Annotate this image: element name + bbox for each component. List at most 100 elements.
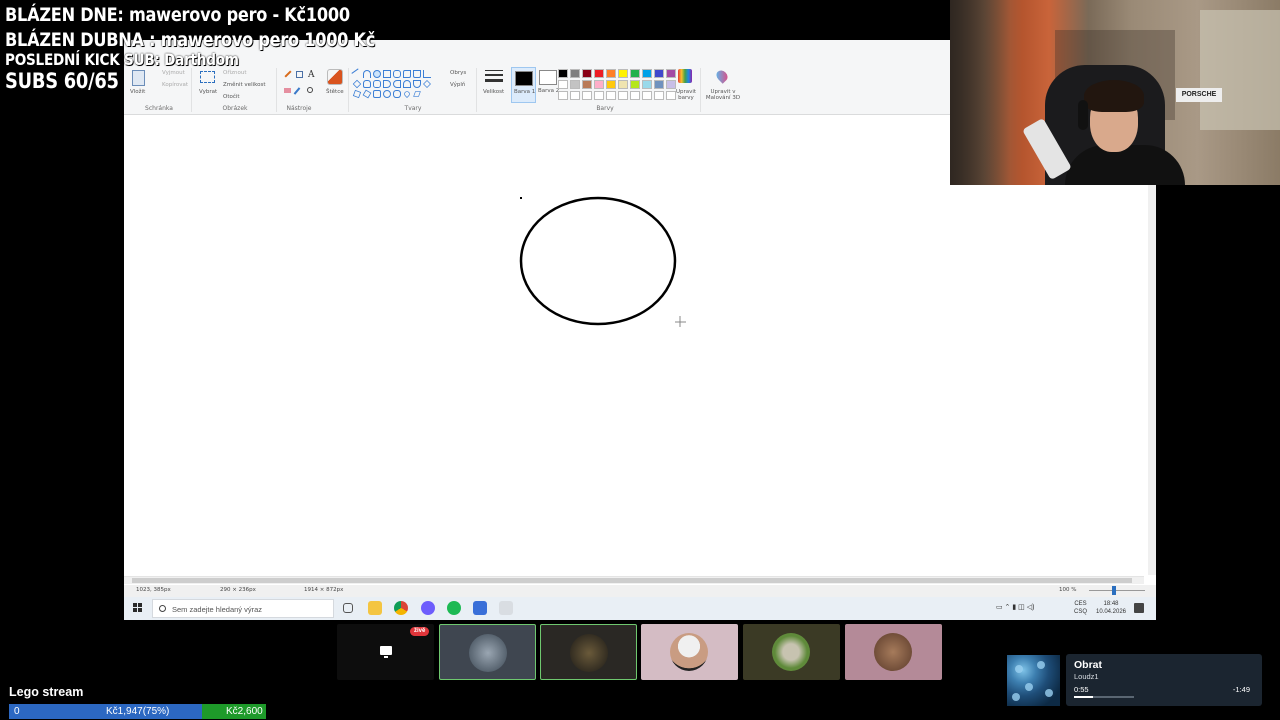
arrow-left-shape-icon[interactable] bbox=[393, 80, 401, 88]
crop-button[interactable]: Oříznout bbox=[223, 70, 247, 76]
rotate-button[interactable]: Otočit bbox=[223, 94, 240, 100]
rounded-rectangle-shape-icon[interactable] bbox=[393, 70, 401, 78]
brushes-button[interactable]: Štětce bbox=[326, 89, 344, 95]
eraser-icon[interactable] bbox=[284, 88, 291, 93]
arrow-up-shape-icon[interactable] bbox=[403, 80, 411, 88]
zoom-slider-thumb[interactable] bbox=[1112, 586, 1116, 595]
palette-swatch[interactable] bbox=[558, 80, 568, 89]
curve-shape-icon[interactable] bbox=[363, 70, 371, 78]
palette-swatch[interactable] bbox=[630, 69, 640, 78]
rectangle-shape-icon[interactable] bbox=[383, 70, 391, 78]
file-explorer-icon[interactable] bbox=[368, 601, 382, 615]
edit-colours-button[interactable]: Upravit barvy bbox=[675, 89, 697, 101]
horizontal-scrollbar[interactable] bbox=[124, 576, 1144, 584]
arrow-down-shape-icon[interactable] bbox=[413, 80, 421, 88]
paste-button[interactable]: Vložit bbox=[130, 89, 145, 95]
thumbnail-1[interactable] bbox=[439, 624, 536, 680]
taskbar-search-box[interactable]: Sem zadejte hledaný výraz bbox=[152, 599, 334, 618]
triangle-shape-icon[interactable] bbox=[413, 70, 421, 78]
star4-shape-icon[interactable] bbox=[423, 80, 431, 88]
palette-swatch[interactable] bbox=[630, 91, 640, 100]
hexagon-shape-icon[interactable] bbox=[373, 80, 381, 88]
polygon-shape-icon[interactable] bbox=[403, 70, 411, 78]
palette-swatch[interactable] bbox=[558, 69, 568, 78]
zoom-slider[interactable] bbox=[1089, 590, 1145, 591]
drawing-canvas[interactable] bbox=[124, 116, 1156, 576]
select-button[interactable]: Vybrat bbox=[199, 89, 217, 95]
star6-shape-icon[interactable] bbox=[362, 89, 372, 99]
lightning-shape-icon[interactable] bbox=[413, 91, 421, 97]
text-tool-icon[interactable]: A bbox=[308, 70, 315, 80]
notification-icon[interactable] bbox=[1134, 603, 1144, 613]
palette-swatch[interactable] bbox=[594, 69, 604, 78]
size-button[interactable]: Velikost bbox=[483, 89, 504, 95]
paint3d-icon[interactable] bbox=[714, 68, 730, 84]
thumbnail-2[interactable] bbox=[540, 624, 637, 680]
callout-rect-shape-icon[interactable] bbox=[373, 90, 381, 98]
app-icon[interactable] bbox=[473, 601, 487, 615]
color-picker-icon[interactable] bbox=[293, 87, 301, 95]
palette-swatch[interactable] bbox=[642, 69, 652, 78]
brushes-icon[interactable] bbox=[327, 69, 343, 85]
horizontal-scroll-thumb[interactable] bbox=[132, 578, 1132, 583]
palette-swatch[interactable] bbox=[606, 69, 616, 78]
thumbnail-4[interactable] bbox=[743, 624, 840, 680]
messenger-icon[interactable] bbox=[421, 601, 435, 615]
line-size-icon[interactable] bbox=[485, 70, 503, 84]
fill-bucket-icon[interactable] bbox=[296, 71, 303, 78]
colour1-button[interactable]: Barva 1 bbox=[511, 67, 536, 103]
thumbnail-screen[interactable]: živě bbox=[337, 624, 434, 680]
palette-swatch[interactable] bbox=[606, 80, 616, 89]
shapes-gallery[interactable] bbox=[351, 68, 432, 99]
copy-button[interactable]: Kopírovat bbox=[162, 82, 188, 88]
cut-button[interactable]: Vyjmout bbox=[162, 70, 185, 76]
arrow-right-shape-icon[interactable] bbox=[383, 80, 391, 88]
chrome-icon[interactable] bbox=[394, 601, 408, 615]
palette-swatch[interactable] bbox=[594, 80, 604, 89]
palette-swatch[interactable] bbox=[618, 69, 628, 78]
palette-swatch[interactable] bbox=[558, 91, 568, 100]
palette-swatch[interactable] bbox=[582, 91, 592, 100]
taskbar-clock[interactable]: 18:48 10.04.2026 bbox=[1094, 600, 1128, 616]
thumbnail-5[interactable] bbox=[845, 624, 942, 680]
palette-swatch[interactable] bbox=[582, 80, 592, 89]
palette-swatch[interactable] bbox=[654, 80, 664, 89]
windows-start-icon[interactable] bbox=[133, 603, 142, 612]
palette-swatch[interactable] bbox=[606, 91, 616, 100]
spotify-icon[interactable] bbox=[447, 601, 461, 615]
vertical-scrollbar[interactable] bbox=[1148, 185, 1156, 575]
tray-icons[interactable]: ▭ ⌃ ▮ ◫ ◁) bbox=[996, 604, 1034, 612]
star5-shape-icon[interactable] bbox=[352, 89, 362, 99]
palette-swatch[interactable] bbox=[666, 80, 676, 89]
colour-palette[interactable] bbox=[558, 69, 677, 101]
palette-swatch[interactable] bbox=[570, 80, 580, 89]
palette-swatch[interactable] bbox=[582, 69, 592, 78]
resize-button[interactable]: Změnit velikost bbox=[223, 82, 266, 88]
edit-colours-icon[interactable] bbox=[678, 69, 692, 83]
outline-dropdown[interactable]: Obrys bbox=[450, 70, 466, 76]
fill-dropdown[interactable]: Výplň bbox=[450, 82, 465, 88]
palette-swatch[interactable] bbox=[642, 91, 652, 100]
thumbnail-3[interactable] bbox=[641, 624, 738, 680]
select-icon[interactable] bbox=[200, 71, 215, 83]
paint-app-icon[interactable] bbox=[499, 601, 513, 615]
edit-in-paint3d-button[interactable]: Upravit v Malování 3D bbox=[704, 89, 742, 101]
magnifier-icon[interactable] bbox=[307, 87, 313, 93]
line-shape-icon[interactable] bbox=[351, 68, 363, 80]
palette-swatch[interactable] bbox=[654, 69, 664, 78]
pentagon-shape-icon[interactable] bbox=[363, 80, 371, 88]
callout-cloud-shape-icon[interactable] bbox=[393, 90, 401, 98]
palette-swatch[interactable] bbox=[666, 69, 676, 78]
palette-swatch[interactable] bbox=[570, 69, 580, 78]
keyboard-layout[interactable]: CES CSQ bbox=[1074, 600, 1087, 616]
palette-swatch[interactable] bbox=[594, 91, 604, 100]
palette-swatch[interactable] bbox=[570, 91, 580, 100]
heart-shape-icon[interactable] bbox=[403, 90, 411, 98]
oval-shape-icon[interactable] bbox=[373, 70, 381, 78]
palette-swatch[interactable] bbox=[618, 91, 628, 100]
paste-icon[interactable] bbox=[132, 70, 145, 86]
palette-swatch[interactable] bbox=[642, 80, 652, 89]
palette-swatch[interactable] bbox=[654, 91, 664, 100]
palette-swatch[interactable] bbox=[618, 80, 628, 89]
task-view-icon[interactable] bbox=[343, 603, 353, 613]
